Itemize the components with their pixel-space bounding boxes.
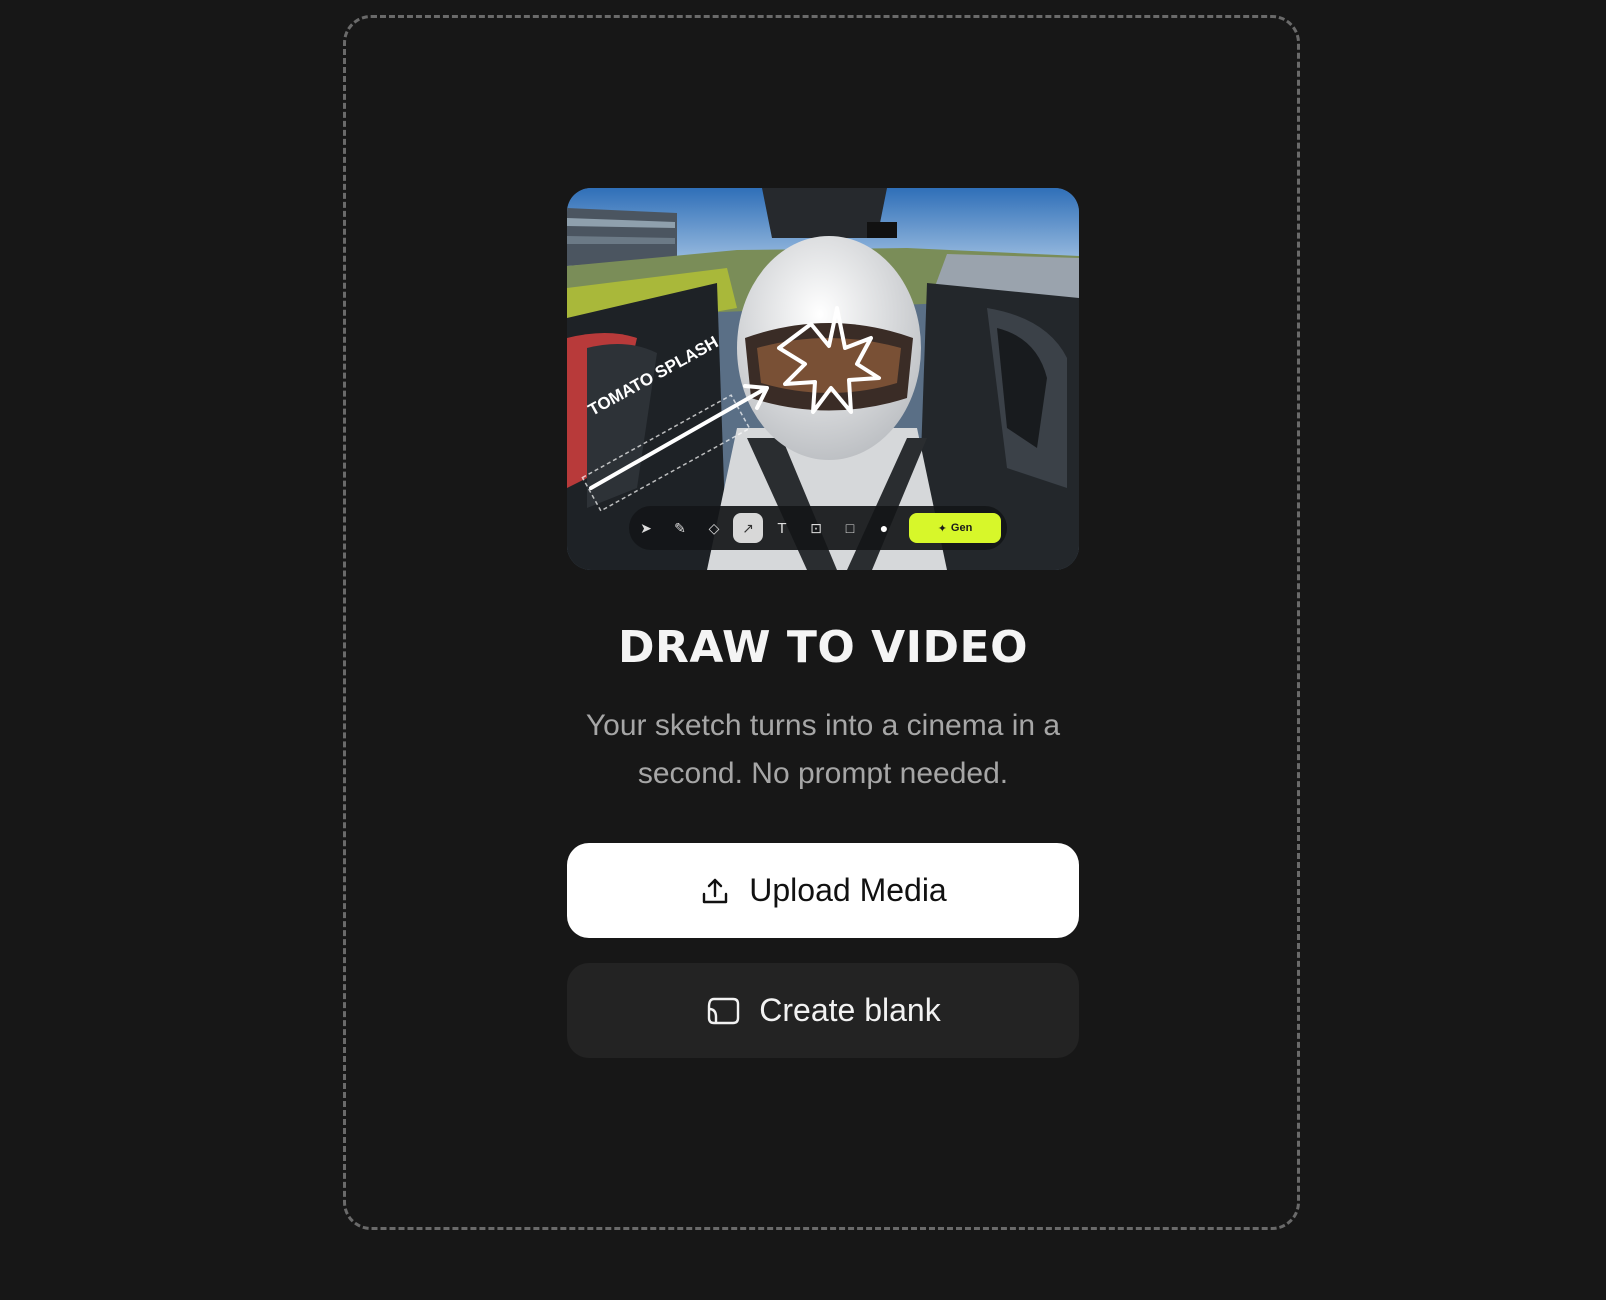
- upload-media-button[interactable]: Upload Media: [567, 843, 1079, 938]
- hero-toolbar: ➤ ✎ ◇ ↗ T ⊡ □ ● ✦ Gen: [629, 506, 1007, 550]
- square-icon: □: [845, 520, 855, 536]
- cursor-icon: ➤: [640, 519, 652, 536]
- arrow-icon: ↗: [733, 513, 763, 543]
- create-blank-button[interactable]: Create blank: [567, 963, 1079, 1058]
- create-blank-label: Create blank: [759, 992, 941, 1028]
- page-subtitle: Your sketch turns into a cinema in a sec…: [585, 709, 1061, 790]
- upload-icon: [699, 875, 731, 907]
- generate-label: Gen: [950, 522, 973, 534]
- color-dot-icon: ●: [879, 520, 889, 536]
- upload-media-label: Upload Media: [749, 872, 947, 908]
- text-icon: T: [777, 519, 787, 537]
- sparkle-icon: ✦: [937, 522, 947, 535]
- page-title: DRAW TO VIDEO: [618, 622, 1028, 673]
- generate-chip: ✦ Gen: [909, 513, 1001, 543]
- image-icon: ⊡: [810, 519, 822, 536]
- pencil-icon: ✎: [674, 519, 686, 536]
- eraser-icon: ◇: [708, 519, 720, 536]
- blank-canvas-icon: [705, 995, 741, 1027]
